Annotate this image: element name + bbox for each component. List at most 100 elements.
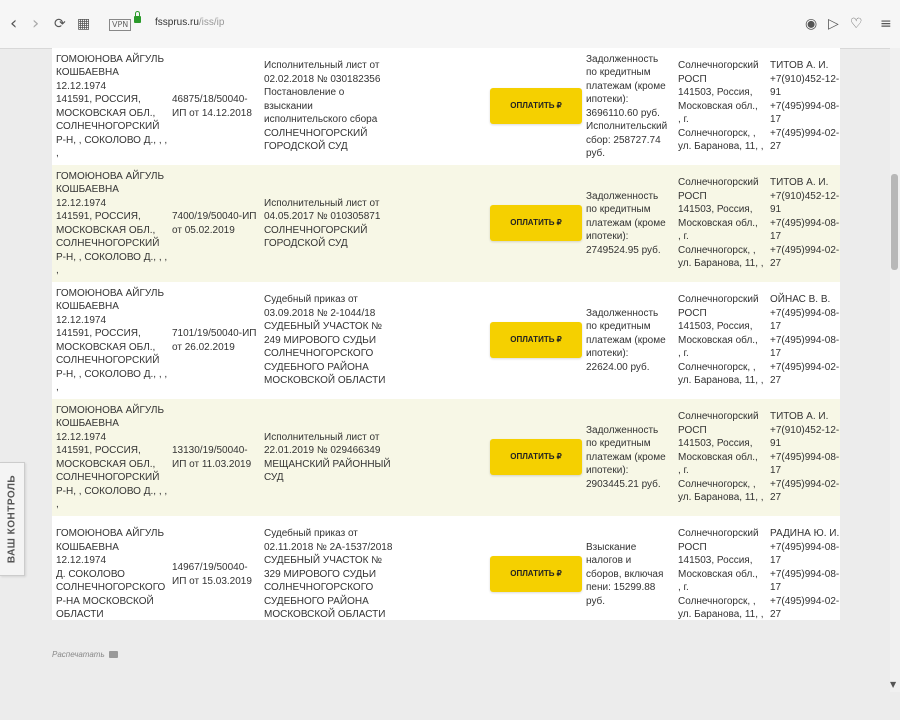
officer-cell-line: +7(910)452-12- (770, 424, 840, 436)
subject-cell: Задолженность по кредитным платежам (кроме… (586, 53, 678, 161)
camera-icon[interactable]: ◉ (805, 17, 817, 31)
debtor-cell: ГОМОЮНОВА АЙГУЛЬ КОШБАЕВНА 12.12.1974 14159… (56, 53, 168, 161)
subject-cell-line: 22624.00 руб. (586, 361, 650, 373)
debtor-cell-line: СОЛНЕЧНОГОРСКИЙ (56, 472, 160, 483)
department-cell: Солнечногорский РОСП 141503, Россия, Москов… (678, 176, 768, 271)
officer-cell-line: +7(495)994-02- (770, 244, 840, 256)
reload-icon[interactable]: ⟳ (54, 17, 66, 31)
table-row: ГОМОЮНОВА АЙГУЛЬ КОШБАЕВНА 12.12.1974 Д. СО… (52, 516, 840, 633)
department-cell-line: Московская обл., (678, 568, 758, 580)
table-row: ГОМОЮНОВА АЙГУЛЬ КОШБАЕВНА 12.12.1974 14159… (52, 282, 840, 399)
subject-cell-line: руб. (586, 148, 606, 159)
subject-cell-line: по кредитным (586, 321, 651, 333)
document-cell-line: Судебный приказ от (264, 528, 358, 540)
debtor-cell-line: 141591, РОССИЯ, (56, 94, 141, 105)
department-cell-line: ул. Баранова, 11, , (678, 258, 764, 270)
subject-cell: Задолженность по кредитным платежам (кроме… (586, 307, 678, 375)
department-cell-line: Солнечногорск, , (678, 127, 756, 139)
subject-cell-line: сбор: 258727.74 (586, 134, 661, 146)
tabs-grid-icon[interactable]: ▦ (77, 17, 90, 31)
debtor-cell-line: , (56, 499, 59, 510)
department-cell-line: 141503, Россия, (678, 204, 753, 216)
officer-cell-line: 27 (770, 375, 782, 387)
department-cell-line: Московская обл., (678, 100, 758, 112)
document-cell-line: 02.02.2018 № 030182356 (264, 73, 381, 85)
department-cell-line: Солнечногорский (678, 528, 759, 540)
department-cell-line: РОСП (678, 541, 707, 553)
subject-cell-line: Задолженность (586, 424, 659, 436)
debtor-cell-line: 12.12.1974 (56, 555, 107, 567)
officer-cell: ТИТОВ А. И. +7(910)452-12- 91 +7(495)994-08… (770, 176, 840, 271)
officer-cell-line: 17 (770, 321, 782, 333)
subject-cell-line: налогов и (586, 555, 632, 567)
subject-cell-line: руб. (586, 595, 606, 607)
subject-cell: Взыскание налогов и сборов, включая пени: 1… (586, 541, 678, 609)
ip-number-cell-line: 7400/19/50040-ИП (172, 211, 257, 222)
scrollbar-track[interactable] (890, 48, 900, 692)
scroll-down-icon[interactable]: ▼ (890, 680, 896, 689)
forward-icon[interactable]: › (32, 15, 39, 33)
officer-cell-line: ОЙНАС В. В. (770, 294, 831, 306)
vpn-badge[interactable]: VPN (109, 19, 132, 31)
department-cell-line: Солнечногорск, , (678, 595, 756, 607)
subject-cell-line: 2749524.95 руб. (586, 244, 661, 256)
document-cell-line: СОЛНЕЧНОГОРСКОГО (264, 348, 374, 360)
enforcement-table: ГОМОЮНОВА АЙГУЛЬ КОШБАЕВНА 12.12.1974 14159… (52, 48, 840, 620)
document-cell-line: СУД (264, 472, 284, 483)
document-cell-line: СУДЕБНОГО РАЙОНА (264, 595, 369, 607)
debtor-cell-line: ГОМОЮНОВА АЙГУЛЬ (56, 528, 165, 540)
settings-icon[interactable]: ≡ (880, 17, 892, 31)
debtor-cell-line: ГОМОЮНОВА АЙГУЛЬ (56, 53, 165, 65)
debtor-cell-line: СОЛНЕЧНОГОРСКИЙ (56, 121, 160, 132)
debtor-cell-line: КОШБАЕВНА (56, 541, 119, 553)
address-bar[interactable]: fssprus.ru/iss/ip (155, 17, 224, 28)
department-cell-line: Московская обл., (678, 217, 758, 229)
document-cell-line: Судебный приказ от (264, 294, 358, 306)
subject-cell: Задолженность по кредитным платежам (кроме… (586, 190, 678, 258)
document-cell-line: Исполнительный лист от (264, 197, 380, 209)
debtor-cell-line: СОЛНЕЧНОГОРСКОГО (56, 582, 166, 594)
pay-button[interactable]: ОПЛАТИТЬ ₽ (490, 439, 582, 475)
pay-button[interactable]: ОПЛАТИТЬ ₽ (490, 88, 582, 124)
print-label: Распечатать (52, 650, 105, 659)
document-cell-line: 03.09.2018 № 2-1044/18 (264, 307, 376, 319)
debtor-cell-line: ГОМОЮНОВА АЙГУЛЬ (56, 404, 165, 416)
send-icon[interactable]: ▷ (828, 17, 839, 31)
document-cell-line: взыскании (264, 100, 313, 112)
pay-button[interactable]: ОПЛАТИТЬ ₽ (490, 556, 582, 592)
printer-icon (108, 651, 118, 659)
department-cell-line: РОСП (678, 190, 707, 202)
officer-cell-line: +7(495)994-08- (770, 217, 840, 229)
heart-icon[interactable]: ♡ (850, 17, 863, 31)
department-cell-line: Солнечногорск, , (678, 244, 756, 256)
document-cell: Исполнительный лист от 22.01.2019 № 02946… (264, 431, 398, 485)
back-icon[interactable]: ‹ (10, 15, 17, 33)
officer-cell-line: +7(495)994-08- (770, 307, 840, 319)
debtor-cell-line: КОШБАЕВНА (56, 301, 119, 312)
subject-cell-line: ипотеки): (586, 348, 629, 360)
pay-button[interactable]: ОПЛАТИТЬ ₽ (490, 205, 582, 241)
pay-button[interactable]: ОПЛАТИТЬ ₽ (490, 322, 582, 358)
scrollbar-thumb[interactable] (891, 174, 898, 270)
side-tab-control[interactable]: ВАШ КОНТРОЛЬ (0, 462, 25, 576)
department-cell-line: Солнечногорск, , (678, 361, 756, 373)
document-cell-line: СУДЕБНЫЙ УЧАСТОК № (264, 321, 382, 333)
debtor-cell-line: ГОМОЮНОВА АЙГУЛЬ (56, 287, 165, 299)
officer-cell-line: ТИТОВ А. И. (770, 177, 829, 189)
officer-cell-line: +7(495)994-02- (770, 127, 840, 139)
ip-number-cell: 13130/19/50040- ИП от 11.03.2019 (172, 444, 262, 471)
subject-cell-line: по кредитным (586, 67, 651, 78)
department-cell-line: 141503, Россия, (678, 438, 753, 450)
document-cell-line: 04.05.2017 № 010305871 (264, 211, 381, 222)
ip-number-cell-line: 46875/18/50040- (172, 94, 248, 105)
subject-cell-line: сборов, включая (586, 568, 664, 580)
subject-cell-line: по кредитным (586, 438, 651, 450)
debtor-cell-line: Д. СОКОЛОВО (56, 568, 125, 580)
side-tab-label: ВАШ КОНТРОЛЬ (6, 474, 18, 564)
table-row: ГОМОЮНОВА АЙГУЛЬ КОШБАЕВНА 12.12.1974 14159… (52, 165, 840, 282)
debtor-cell-line: КОШБАЕВНА (56, 184, 119, 195)
officer-cell-line: +7(910)452-12- (770, 73, 840, 85)
subject-cell-line: Задолженность (586, 190, 659, 202)
print-link[interactable]: Распечатать (52, 650, 118, 659)
ip-number-cell-line: от 05.02.2019 (172, 224, 235, 236)
